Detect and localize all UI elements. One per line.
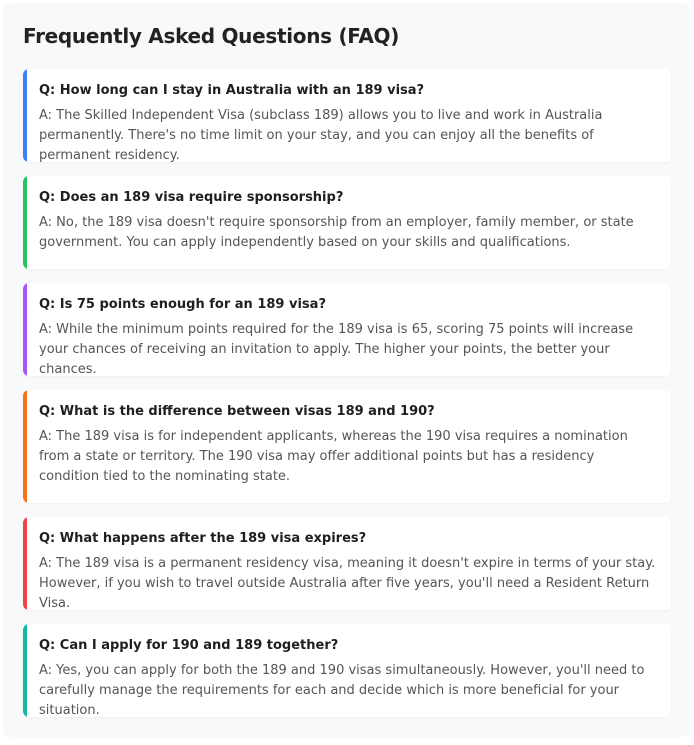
faq-list: Q: How long can I stay in Australia with… [23,69,671,717]
faq-item: Q: Can I apply for 190 and 189 together?… [23,624,671,717]
faq-item-accent-bar [23,69,27,162]
faq-answer: A: The Skilled Independent Visa (subclas… [39,108,603,162]
faq-item: Q: Does an 189 visa require sponsorship?… [23,176,671,269]
faq-item-accent-bar [23,624,27,717]
faq-question: Q: What happens after the 189 visa expir… [39,531,367,546]
faq-question: Q: Can I apply for 190 and 189 together? [39,638,339,653]
faq-item: Q: How long can I stay in Australia with… [23,69,671,162]
faq-item: Q: What happens after the 189 visa expir… [23,517,671,610]
faq-item: Q: What is the difference between visas … [23,390,671,503]
faq-item-accent-bar [23,283,27,376]
faq-item-accent-bar [23,176,27,269]
faq-answer: A: The 189 visa is for independent appli… [39,429,628,484]
faq-item: Q: Is 75 points enough for an 189 visa? … [23,283,671,376]
faq-question: Q: What is the difference between visas … [39,404,435,419]
faq-answer: A: Yes, you can apply for both the 189 a… [39,663,645,717]
faq-item-accent-bar [23,390,27,503]
faq-question: Q: How long can I stay in Australia with… [39,83,425,98]
faq-question: Q: Does an 189 visa require sponsorship? [39,190,344,205]
faq-answer: A: No, the 189 visa doesn't require spon… [39,215,634,250]
faq-answer: A: While the minimum points required for… [39,322,634,376]
faq-item-accent-bar [23,517,27,610]
faq-answer: A: The 189 visa is a permanent residency… [39,556,656,610]
faq-title: Frequently Asked Questions (FAQ) [23,24,400,48]
faq-question: Q: Is 75 points enough for an 189 visa? [39,297,326,312]
faq-section: Frequently Asked Questions (FAQ) Q: How … [3,3,691,737]
